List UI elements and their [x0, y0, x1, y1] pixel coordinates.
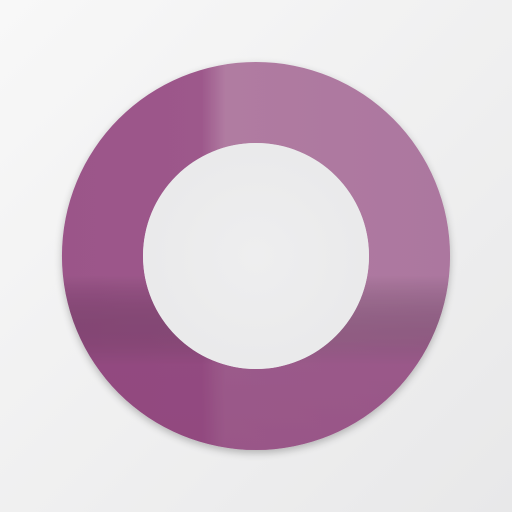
ring-inner-hole [143, 143, 369, 369]
ring-logo [0, 0, 512, 512]
app-icon [0, 0, 512, 512]
